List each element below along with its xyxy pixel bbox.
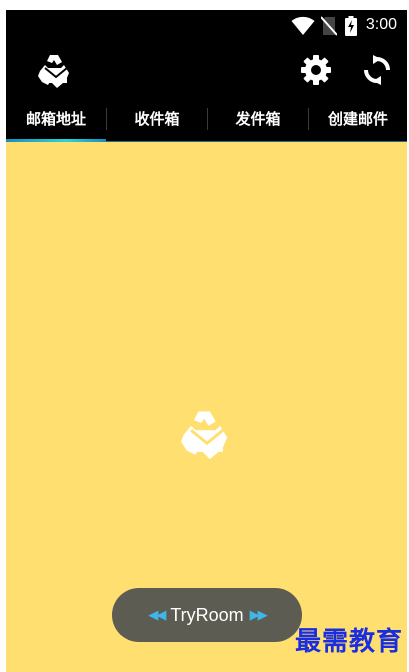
- tab-bar: 邮箱地址 收件箱 发件箱 创建邮件: [6, 98, 407, 142]
- tab-email-address[interactable]: 邮箱地址: [6, 98, 106, 139]
- gear-icon[interactable]: [300, 54, 332, 86]
- tab-compose[interactable]: 创建邮件: [309, 98, 407, 139]
- tab-inbox[interactable]: 收件箱: [107, 98, 207, 139]
- refresh-icon[interactable]: [361, 54, 393, 86]
- toast-message: ◀◀ TryRoom ▶▶: [112, 588, 302, 642]
- toast-right-arrow-icon: ▶▶: [249, 607, 268, 622]
- status-bar: 3:00: [6, 10, 407, 42]
- tab-outbox[interactable]: 发件箱: [208, 98, 308, 139]
- content-area: ◀◀ TryRoom ▶▶: [6, 142, 407, 672]
- action-bar: [6, 42, 407, 98]
- toast-left-arrow-icon: ◀◀: [148, 607, 166, 622]
- wifi-icon: [291, 16, 315, 35]
- watermark: 最需教育: [294, 627, 403, 657]
- app-window: 3:00 邮箱地址 收件箱 发件箱 创建邮件 ◀◀ TryRoom ▶▶: [6, 10, 407, 672]
- recycle-mail-icon: [181, 411, 228, 460]
- toast-text: TryRoom: [170, 604, 244, 625]
- recycle-mail-icon[interactable]: [36, 51, 76, 91]
- status-time: 3:00: [365, 16, 397, 33]
- no-sim-icon: [321, 16, 337, 36]
- battery-charging-icon: [345, 16, 357, 36]
